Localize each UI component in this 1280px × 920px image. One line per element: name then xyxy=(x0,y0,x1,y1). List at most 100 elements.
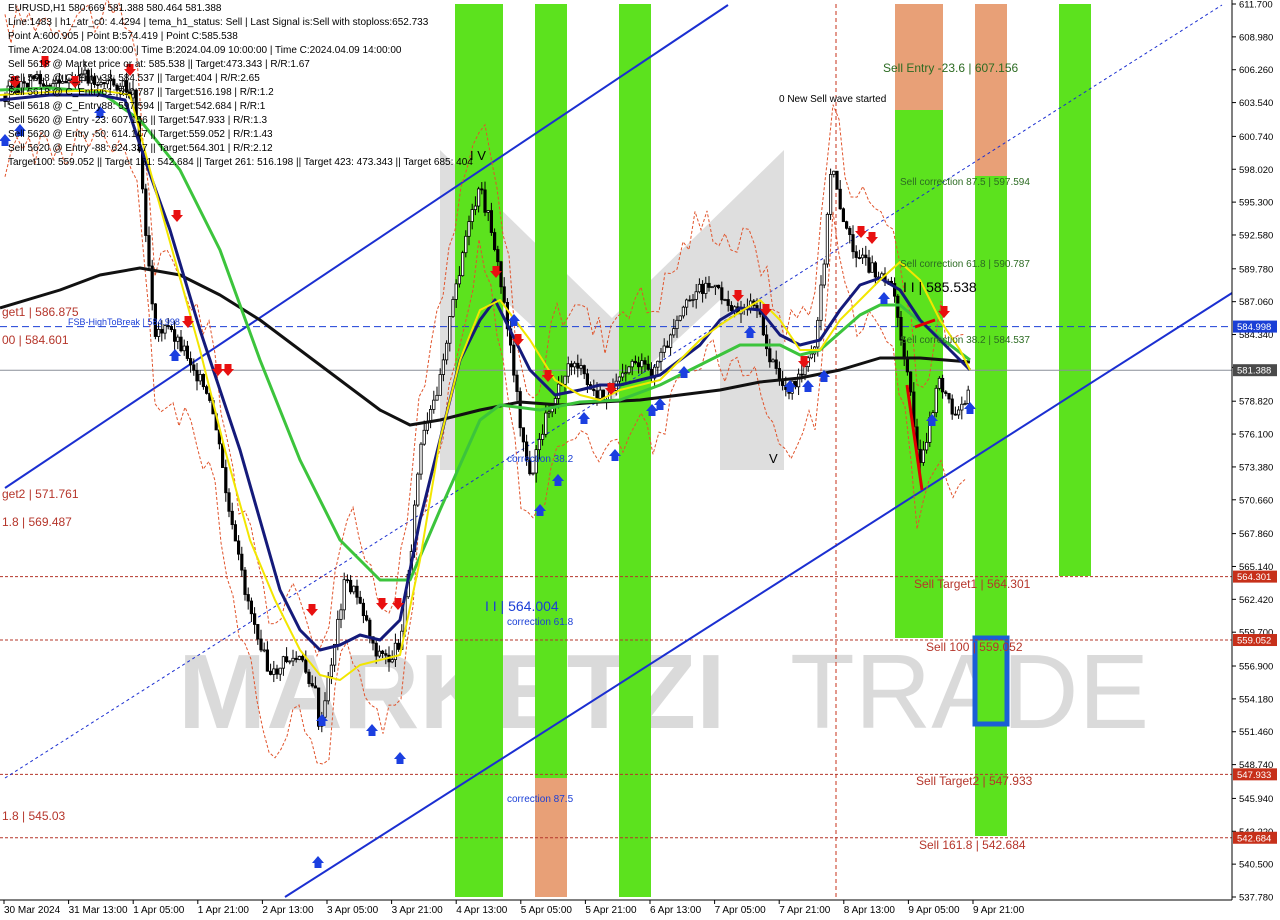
price-tick-label: 589.780 xyxy=(1239,264,1273,275)
candle-body xyxy=(358,596,362,604)
candle-body xyxy=(377,650,382,657)
candle-body xyxy=(361,602,366,617)
candle-body xyxy=(947,393,951,400)
candle-body xyxy=(864,254,868,259)
candle-body xyxy=(621,372,625,378)
candle-body xyxy=(368,619,372,638)
candle-body xyxy=(278,667,282,675)
sell-entry-label: Sell Entry -23.6 | 607.156 xyxy=(883,61,1019,75)
candle-body xyxy=(678,315,682,321)
candle-body xyxy=(643,360,647,365)
candle-body xyxy=(835,170,839,190)
candle-body xyxy=(854,251,858,258)
candle-body xyxy=(512,344,516,376)
signal-zone xyxy=(975,4,1007,176)
candle-body xyxy=(960,403,964,411)
candle-body xyxy=(496,249,500,263)
candle-body xyxy=(873,262,878,278)
candle-body xyxy=(380,650,385,654)
sell-correction-618-label: Sell correction 61.8 | 590.787 xyxy=(900,259,1030,270)
candle-body xyxy=(774,359,778,369)
time-tick-label: 31 Mar 13:00 xyxy=(69,905,128,916)
candle-body xyxy=(499,261,503,288)
candle-body xyxy=(521,427,526,443)
candle-body xyxy=(230,510,234,526)
candle-body xyxy=(937,377,942,389)
candle-body xyxy=(627,366,631,374)
time-tick-label: 1 Apr 05:00 xyxy=(133,905,185,916)
candle-body xyxy=(569,363,574,368)
info-line: Time A:2024.04.08 13:00:00 | Time B:2024… xyxy=(8,45,402,56)
candle-body xyxy=(428,409,433,422)
candle-body xyxy=(310,683,314,687)
time-tick-label: 9 Apr 21:00 xyxy=(973,905,1025,916)
candle-body xyxy=(262,649,266,652)
sell-100-label: Sell 100 | 559.052 xyxy=(926,640,1023,654)
info-line: Sell 5618 @ C_Entry61: 590.787 || Target… xyxy=(8,87,274,98)
indicator-info-panel: EURUSD,H1 580.669 581.388 580.464 581.38… xyxy=(8,2,473,170)
candle-body xyxy=(451,299,455,317)
price-tag-label: 542.684 xyxy=(1237,833,1271,844)
candle-body xyxy=(563,375,567,385)
price-tick-label: 537.780 xyxy=(1239,893,1273,904)
time-tick-label: 6 Apr 13:00 xyxy=(650,905,702,916)
candle-body xyxy=(819,284,823,321)
candle-body xyxy=(829,174,833,215)
candle-body xyxy=(966,389,970,404)
target2-left-label: get2 | 571.761 xyxy=(2,487,79,501)
candle-body xyxy=(227,492,231,512)
candle-body xyxy=(633,360,638,364)
price-tag-label: 581.388 xyxy=(1237,366,1271,377)
candle-body xyxy=(172,329,177,342)
price-axis[interactable]: 611.700 608.980 606.260 603.540 600.740 598.0… xyxy=(1231,0,1273,904)
level-569-left-label: 1.8 | 569.487 xyxy=(2,515,72,529)
candle-body xyxy=(723,299,727,301)
price-tick-label: 600.740 xyxy=(1239,132,1273,143)
candle-body xyxy=(259,638,263,651)
price-tick-label: 570.660 xyxy=(1239,495,1273,506)
candle-body xyxy=(185,345,189,359)
candle-body xyxy=(797,373,801,388)
candle-body xyxy=(467,221,471,237)
info-line: Point A:600.905 | Point B:574.419 | Poin… xyxy=(8,31,238,42)
candle-body xyxy=(595,390,599,399)
price-tag-label: 559.052 xyxy=(1237,636,1271,647)
info-line: Sell 5620 @ Entry -23: 607.156 || Target… xyxy=(8,115,268,126)
candle-body xyxy=(669,334,673,348)
info-line: Target100: 559.052 || Target 161: 542.68… xyxy=(8,157,473,168)
candle-body xyxy=(441,359,446,375)
candle-body xyxy=(464,235,468,254)
candle-body xyxy=(816,319,820,348)
candle-body xyxy=(707,282,711,288)
price-tag-label: 564.301 xyxy=(1237,572,1271,583)
candle-body xyxy=(838,188,842,210)
candle-body xyxy=(957,409,961,416)
time-axis[interactable]: 30 Mar 2024 31 Mar 13:00 1 Apr 05:00 1 Apr … xyxy=(0,899,1232,916)
candle-body xyxy=(694,291,698,300)
candle-body xyxy=(851,234,855,253)
correction-875-label: correction 87.5 xyxy=(507,794,574,805)
candle-body xyxy=(291,657,295,662)
candle-body xyxy=(518,391,522,429)
price-tick-label: 567.860 xyxy=(1239,529,1273,540)
candle-body xyxy=(573,362,577,368)
point-c-label: I I | 585.538 xyxy=(903,279,977,295)
candle-body xyxy=(489,210,494,233)
candle-body xyxy=(557,383,561,399)
time-tick-label: 7 Apr 05:00 xyxy=(715,905,767,916)
candle-body xyxy=(566,363,570,377)
candle-body xyxy=(941,377,945,393)
candle-body xyxy=(156,328,161,337)
price-tick-label: 540.500 xyxy=(1239,860,1273,871)
candle-body xyxy=(502,286,506,303)
candle-body xyxy=(845,221,849,229)
signal-zone xyxy=(619,4,651,897)
price-tag-label: 547.933 xyxy=(1237,770,1271,781)
candle-body xyxy=(179,336,183,352)
candle-body xyxy=(284,656,289,663)
candle-body xyxy=(861,254,865,259)
candle-body xyxy=(483,189,487,213)
candle-body xyxy=(195,369,199,382)
candle-body xyxy=(598,389,602,399)
candle-body xyxy=(432,399,436,410)
